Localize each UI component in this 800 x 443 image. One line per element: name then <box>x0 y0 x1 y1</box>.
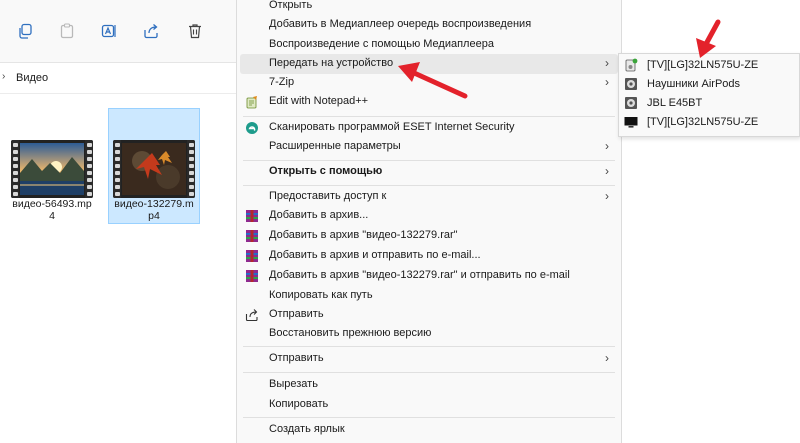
menu-item-label: 7-Zip <box>269 76 295 88</box>
submenu-item-label: [TV][LG]32LN575U-ZE <box>647 59 759 71</box>
menu-item-label: Открыть с помощью <box>269 165 383 177</box>
file-name: видео-132279.m p4 <box>114 198 194 222</box>
menu-divider <box>243 185 615 186</box>
file-name: видео-56493.mp 4 <box>12 198 92 222</box>
menu-item-add-to-named-archive[interactable]: Добавить в архив "видео-132279.rar" <box>237 226 621 246</box>
menu-divider <box>243 346 615 347</box>
menu-item-label: Добавить в архив "видео-132279.rar" <box>269 229 458 241</box>
menu-divider <box>243 417 615 418</box>
tv-icon <box>624 115 638 129</box>
chevron-right-icon: › <box>605 164 609 178</box>
explorer-toolbar <box>0 0 236 62</box>
chevron-right-icon: › <box>605 75 609 89</box>
menu-item-copy[interactable]: Копировать <box>237 395 621 415</box>
menu-item-label: Передать на устройство <box>269 57 394 69</box>
menu-divider <box>243 160 615 161</box>
delete-icon[interactable] <box>184 20 206 42</box>
breadcrumb-chevron-icon[interactable]: › <box>2 71 5 82</box>
menu-item-play-with-media-player[interactable]: Воспроизведение с помощью Медиаплеера <box>237 35 621 55</box>
menu-item-label: Edit with Notepad++ <box>269 95 369 107</box>
speaker-icon <box>624 96 638 110</box>
winrar-icon <box>245 249 259 263</box>
menu-item-share[interactable]: Отправить <box>237 305 621 325</box>
speaker-icon <box>624 77 638 91</box>
menu-item-send-to[interactable]: Отправить › <box>237 349 621 369</box>
submenu-item-device[interactable]: [TV][LG]32LN575U-ZE <box>619 113 799 132</box>
menu-item-add-to-archive[interactable]: Добавить в архив... <box>237 206 621 226</box>
menu-item-label: Отправить <box>269 308 324 320</box>
winrar-icon <box>245 269 259 283</box>
chevron-right-icon: › <box>605 139 609 153</box>
menu-item-archive-and-email[interactable]: Добавить в архив и отправить по e-mail..… <box>237 246 621 266</box>
menu-item-label: Открыть <box>269 0 313 11</box>
toolbar-divider <box>0 62 236 63</box>
menu-item-eset-scan[interactable]: Сканировать программой ESET Internet Sec… <box>237 118 621 138</box>
menu-item-label: Воспроизведение с помощью Медиаплеера <box>269 38 494 50</box>
menu-item-label: Копировать как путь <box>269 289 373 301</box>
menu-item-open-with[interactable]: Открыть с помощью › <box>237 162 621 182</box>
chevron-right-icon: › <box>605 189 609 203</box>
menu-item-label: Расширенные параметры <box>269 140 401 152</box>
winrar-icon <box>245 209 259 223</box>
submenu-item-device[interactable]: Наушники AirPods <box>619 75 799 94</box>
menu-item-7zip[interactable]: 7-Zip › <box>237 73 621 93</box>
video-thumbnail <box>11 140 93 198</box>
menu-item-open[interactable]: Открыть <box>237 0 621 16</box>
chevron-right-icon: › <box>605 56 609 70</box>
address-divider <box>0 93 236 94</box>
paste-icon[interactable] <box>56 20 78 42</box>
menu-item-label: Добавить в архив... <box>269 209 369 221</box>
copy-icon[interactable] <box>14 20 36 42</box>
menu-item-edit-notepadpp[interactable]: Edit with Notepad++ <box>237 92 621 112</box>
menu-item-copy-as-path[interactable]: Копировать как путь <box>237 286 621 306</box>
menu-item-restore-previous-version[interactable]: Восстановить прежнюю версию <box>237 324 621 344</box>
menu-item-give-access[interactable]: Предоставить доступ к › <box>237 187 621 207</box>
submenu-item-label: JBL E45BT <box>647 97 703 109</box>
share-icon <box>245 308 259 322</box>
submenu-item-label: Наушники AirPods <box>647 78 741 90</box>
menu-item-label: Копировать <box>269 398 329 410</box>
context-menu: Открыть Добавить в Медиаплеер очередь во… <box>236 0 622 443</box>
chevron-right-icon: › <box>605 351 609 365</box>
menu-item-label: Добавить в архив и отправить по e-mail..… <box>269 249 481 261</box>
winrar-icon <box>245 229 259 243</box>
menu-item-cast-to-device[interactable]: Передать на устройство › <box>240 54 618 74</box>
eset-icon <box>245 121 259 135</box>
share-icon[interactable] <box>140 20 162 42</box>
file-item-selected[interactable]: видео-132279.m p4 <box>108 108 200 224</box>
media-server-icon <box>624 58 638 72</box>
menu-item-named-archive-and-email[interactable]: Добавить в архив "видео-132279.rar" и от… <box>237 266 621 286</box>
notepadpp-icon <box>245 95 259 109</box>
submenu-item-label: [TV][LG]32LN575U-ZE <box>647 116 759 128</box>
menu-item-label: Добавить в Медиаплеер очередь воспроизве… <box>269 18 532 30</box>
menu-item-add-to-queue[interactable]: Добавить в Медиаплеер очередь воспроизве… <box>237 15 621 35</box>
breadcrumb-current-folder[interactable]: Видео <box>16 72 48 84</box>
menu-item-label: Вырезать <box>269 378 318 390</box>
submenu-item-device[interactable]: [TV][LG]32LN575U-ZE <box>619 56 799 75</box>
menu-item-advanced-options[interactable]: Расширенные параметры › <box>237 137 621 157</box>
cast-to-device-submenu: [TV][LG]32LN575U-ZE Наушники AirPods JBL… <box>618 53 800 137</box>
menu-item-label: Создать ярлык <box>269 423 345 435</box>
file-item[interactable]: видео-56493.mp 4 <box>6 108 98 224</box>
menu-item-label: Восстановить прежнюю версию <box>269 327 432 339</box>
video-thumbnail <box>113 140 195 198</box>
rename-icon[interactable] <box>98 20 120 42</box>
submenu-item-device[interactable]: JBL E45BT <box>619 94 799 113</box>
menu-item-label: Сканировать программой ESET Internet Sec… <box>269 121 515 133</box>
menu-divider <box>243 116 615 117</box>
menu-item-label: Отправить <box>269 352 324 364</box>
menu-item-create-shortcut[interactable]: Создать ярлык <box>237 420 621 440</box>
menu-item-label: Предоставить доступ к <box>269 190 387 202</box>
menu-item-cut[interactable]: Вырезать <box>237 375 621 395</box>
menu-item-label: Добавить в архив "видео-132279.rar" и от… <box>269 269 570 281</box>
menu-divider <box>243 372 615 373</box>
